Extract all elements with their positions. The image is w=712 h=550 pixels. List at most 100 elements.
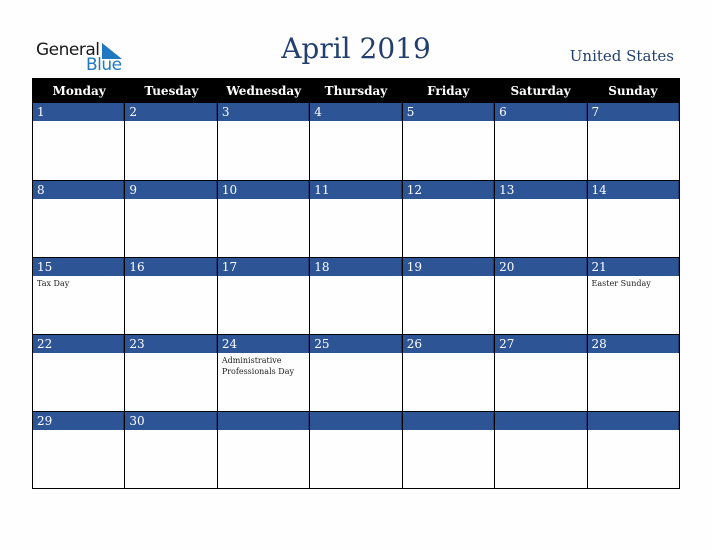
- day-number: 15: [33, 258, 125, 276]
- day-cell: 9: [125, 180, 218, 257]
- weekday-monday: Monday: [52, 84, 106, 98]
- holiday-label: [218, 430, 309, 432]
- holiday-label: [33, 121, 124, 123]
- day-number: 1: [33, 103, 125, 121]
- holiday-label: [588, 121, 679, 123]
- day-cell: 3: [217, 103, 311, 180]
- holiday-label: [588, 353, 679, 355]
- day-cell: 5: [402, 103, 496, 180]
- day-cell: 4: [310, 103, 403, 180]
- holiday-label: [125, 121, 216, 123]
- holiday-label: [125, 276, 216, 278]
- day-number: 29: [33, 412, 125, 430]
- holiday-label: [218, 199, 309, 201]
- day-number: [587, 412, 679, 430]
- day-cell: 18: [310, 257, 403, 334]
- day-number: [217, 412, 310, 430]
- day-cell: 2: [125, 103, 218, 180]
- calendar-week: 15 Tax Day 16 17 18 19 20 21 Easter Sunday: [33, 257, 679, 334]
- day-number: 10: [217, 181, 310, 199]
- day-number: 9: [125, 181, 217, 199]
- holiday-label: [125, 430, 216, 432]
- day-number: [495, 412, 587, 430]
- holiday-label: [310, 353, 401, 355]
- weekday-sunday: Sunday: [608, 84, 658, 98]
- day-cell: 15 Tax Day: [33, 257, 126, 334]
- day-cell: 16: [125, 257, 218, 334]
- day-cell: [495, 411, 588, 488]
- country-label: United States: [569, 47, 674, 65]
- day-number: 24: [217, 335, 310, 353]
- day-number: 17: [217, 258, 310, 276]
- calendar-week: 22 23 24 Administrative Professionals Day 25…: [33, 334, 679, 411]
- day-number: 23: [125, 335, 217, 353]
- weekday-thursday: Thursday: [324, 84, 388, 98]
- day-cell: [402, 411, 496, 488]
- day-number: 20: [495, 258, 587, 276]
- day-cell: 26: [402, 334, 496, 411]
- holiday-label: [495, 121, 586, 123]
- weekday-saturday: Saturday: [510, 84, 571, 98]
- holiday-label: [495, 199, 586, 201]
- day-number: 7: [587, 103, 679, 121]
- day-cell: 27: [495, 334, 588, 411]
- calendar-week: 8 9 10 11 12 13 14: [33, 180, 679, 257]
- holiday-label: [403, 121, 494, 123]
- day-number: 14: [587, 181, 679, 199]
- holiday-label: Administrative Professionals Day: [221, 356, 294, 376]
- day-cell: 28: [587, 334, 679, 411]
- day-cell: 30: [125, 411, 218, 488]
- day-cell: [310, 411, 403, 488]
- day-cell: 6: [495, 103, 588, 180]
- calendar-week: 1234567: [33, 103, 679, 180]
- day-number: 21: [587, 258, 679, 276]
- holiday-label: [588, 430, 679, 432]
- day-cell: 29: [33, 411, 126, 488]
- day-cell: 11: [310, 180, 403, 257]
- day-cell: 17: [217, 257, 311, 334]
- day-cell: 21 Easter Sunday: [587, 257, 679, 334]
- day-cell: 7: [587, 103, 679, 180]
- weekday-header: Monday Tuesday Wednesday Thursday Friday…: [33, 79, 679, 103]
- day-number: 30: [125, 412, 217, 430]
- day-cell: 25: [310, 334, 403, 411]
- day-number: 25: [310, 335, 402, 353]
- day-cell: 20: [495, 257, 588, 334]
- weekday-wednesday: Wednesday: [226, 84, 302, 98]
- day-number: 11: [310, 181, 402, 199]
- day-number: 18: [310, 258, 402, 276]
- holiday-label: [33, 353, 124, 355]
- day-number: 5: [402, 103, 495, 121]
- day-cell: [217, 411, 311, 488]
- holiday-label: [33, 430, 124, 432]
- day-number: 8: [33, 181, 125, 199]
- day-number: 26: [402, 335, 495, 353]
- day-number: 3: [217, 103, 310, 121]
- day-number: 28: [587, 335, 679, 353]
- day-number: 13: [495, 181, 587, 199]
- day-number: 4: [310, 103, 402, 121]
- holiday-label: [125, 353, 216, 355]
- day-cell: 22: [33, 334, 126, 411]
- holiday-label: [495, 353, 586, 355]
- day-cell: 12: [402, 180, 496, 257]
- day-cell: 8: [33, 180, 126, 257]
- holiday-label: Easter Sunday: [591, 279, 651, 288]
- weekday-tuesday: Tuesday: [144, 84, 199, 98]
- day-cell: 23: [125, 334, 218, 411]
- holiday-label: [495, 430, 586, 432]
- holiday-label: [33, 199, 124, 201]
- holiday-label: [310, 199, 401, 201]
- calendar-week: 29 30: [33, 411, 679, 488]
- day-cell: 24 Administrative Professionals Day: [217, 334, 311, 411]
- day-number: 22: [33, 335, 125, 353]
- day-cell: 10: [217, 180, 311, 257]
- day-number: 19: [402, 258, 495, 276]
- day-cell: [587, 411, 679, 488]
- holiday-label: [310, 276, 401, 278]
- holiday-label: [310, 121, 401, 123]
- holiday-label: [218, 276, 309, 278]
- holiday-label: [495, 276, 586, 278]
- holiday-label: [310, 430, 401, 432]
- day-cell: 13: [495, 180, 588, 257]
